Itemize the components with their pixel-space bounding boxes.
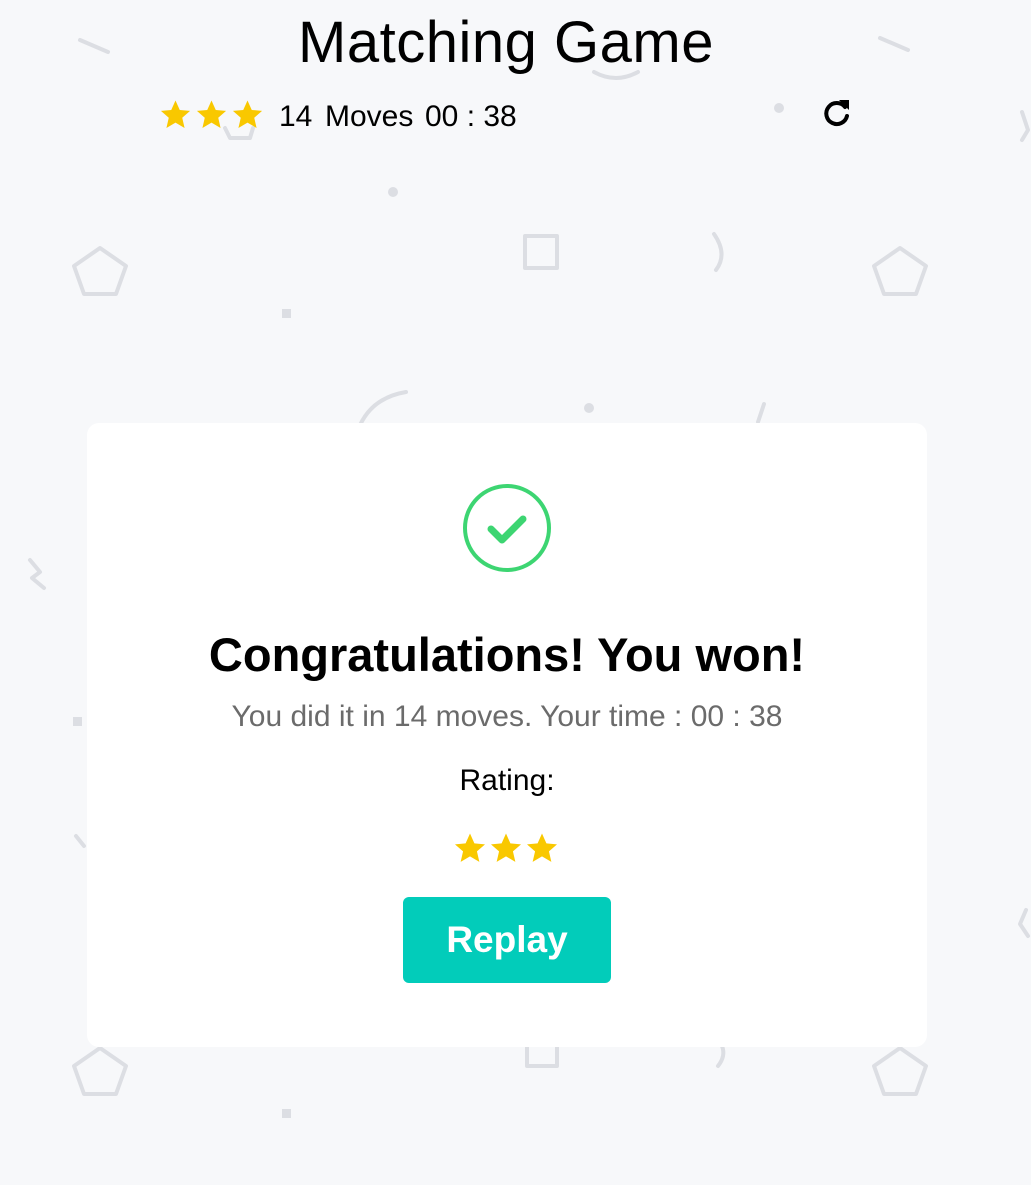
moves-count: 14: [279, 100, 313, 133]
check-circle-icon: [463, 484, 551, 572]
star-icon: [454, 833, 486, 862]
restart-button[interactable]: [819, 94, 855, 130]
rating-label: Rating:: [459, 764, 555, 797]
win-heading: Congratulations! You won!: [208, 628, 806, 681]
star-icon: [196, 100, 227, 128]
star-icon: [232, 100, 263, 128]
modal-star-rating: [453, 831, 559, 865]
star-rating: [159, 98, 264, 131]
star-icon: [490, 833, 522, 862]
replay-button[interactable]: Replay: [403, 897, 611, 983]
win-summary: You did it in 14 moves. Your time : 00 :…: [231, 700, 783, 733]
win-modal: Congratulations! You won! You did it in …: [87, 423, 927, 1047]
star-icon: [160, 100, 191, 128]
moves-label: Moves: [325, 100, 414, 133]
timer: 00 : 38: [425, 100, 517, 133]
score-panel: 14 Moves 00 : 38: [159, 94, 859, 138]
page-title: Matching Game: [298, 10, 714, 75]
restart-icon: [824, 100, 849, 127]
star-icon: [526, 833, 558, 862]
